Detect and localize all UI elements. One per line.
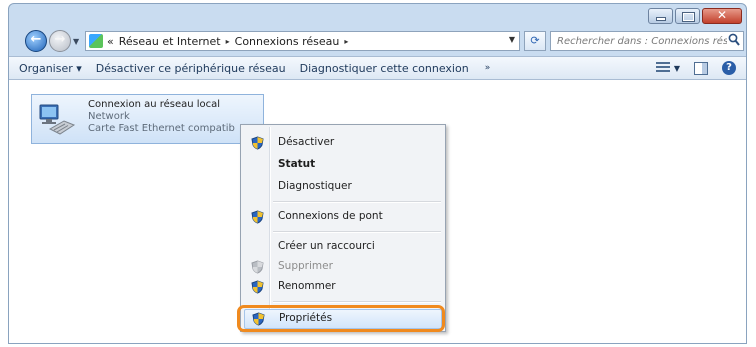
menu-item-statut[interactable]: Statut [243, 155, 443, 175]
close-button[interactable]: ✕ [702, 8, 742, 24]
back-arrow-icon: ← [30, 32, 42, 47]
view-dropdown-icon[interactable]: ▼ [674, 64, 680, 73]
breadcrumb-separator-icon[interactable]: ▸ [344, 37, 348, 46]
adapter-name: Carte Fast Ethernet compatib [88, 123, 235, 134]
menu-item-diagnostiquer[interactable]: Diagnostiquer [243, 177, 443, 197]
menu-separator [273, 231, 441, 233]
refresh-button[interactable]: ⟳ [524, 31, 546, 51]
uac-shield-icon [251, 210, 264, 224]
menu-separator [273, 301, 441, 303]
menu-item-label: Connexions de pont [278, 210, 383, 222]
menu-item-proprietes[interactable]: Propriétés [244, 309, 442, 329]
address-bar[interactable]: « Réseau et Internet ▸ Connexions réseau… [85, 31, 520, 51]
more-commands-icon[interactable]: » [485, 63, 491, 73]
menu-item-label: Statut [278, 158, 316, 170]
preview-pane-icon[interactable] [694, 61, 708, 75]
menu-separator [273, 201, 441, 203]
breadcrumb-item-reseau-internet[interactable]: Réseau et Internet [119, 35, 221, 48]
forward-arrow-icon: → [54, 32, 66, 47]
breadcrumb: « Réseau et Internet ▸ Connexions réseau… [107, 35, 353, 48]
uac-shield-icon [251, 280, 264, 294]
network-adapter-icon [39, 104, 76, 135]
connection-status: Network [88, 111, 130, 122]
breadcrumb-item-connexions-reseau[interactable]: Connexions réseau [235, 35, 340, 48]
menu-item-label: Propriétés [279, 312, 333, 324]
navigation-bar: ← → ▼ « Réseau et Internet ▸ Connexions … [9, 26, 746, 56]
command-bar: Organiser ▾ Désactiver ce périphérique r… [9, 56, 746, 80]
context-menu: Désactiver Statut Diagnostiquer Connexio… [240, 124, 446, 332]
breadcrumb-separator-icon[interactable]: ▸ [226, 37, 230, 46]
back-button[interactable]: ← [25, 30, 47, 52]
diagnose-connection-command[interactable]: Diagnostiquer cette connexion [300, 62, 469, 75]
network-folder-icon [89, 34, 103, 48]
search-input[interactable] [555, 34, 729, 48]
menu-item-label: Désactiver [278, 136, 335, 148]
forward-button[interactable]: → [49, 30, 71, 52]
refresh-icon: ⟳ [530, 34, 540, 47]
view-controls: ▼ ? [655, 61, 736, 75]
network-connection-text: Connexion au réseau local Network Carte … [88, 99, 235, 135]
menu-item-supprimer: Supprimer [243, 257, 443, 277]
menu-item-desactiver[interactable]: Désactiver [243, 133, 443, 153]
help-icon[interactable]: ? [722, 61, 736, 75]
menu-item-label: Renommer [278, 280, 336, 292]
menu-item-connexions-de-pont[interactable]: Connexions de pont [243, 207, 443, 227]
caption-buttons: ✕ [646, 8, 742, 24]
recent-pages-dropdown-icon[interactable]: ▼ [73, 37, 79, 46]
uac-shield-disabled-icon [251, 260, 264, 274]
search-icon[interactable] [728, 33, 740, 47]
disable-device-command[interactable]: Désactiver ce périphérique réseau [96, 62, 286, 75]
minimize-button[interactable] [648, 8, 673, 24]
breadcrumb-overflow[interactable]: « [107, 35, 114, 48]
menu-item-label: Supprimer [278, 260, 333, 272]
organize-menu[interactable]: Organiser ▾ [19, 62, 82, 75]
menu-item-label: Créer un raccourci [278, 240, 375, 252]
search-box[interactable] [550, 31, 744, 51]
close-icon: ✕ [716, 8, 728, 22]
change-view-icon[interactable] [655, 62, 670, 74]
network-connection-item[interactable]: Connexion au réseau local Network Carte … [31, 94, 264, 144]
address-dropdown-icon[interactable]: ▼ [509, 35, 515, 44]
menu-item-creer-raccourci[interactable]: Créer un raccourci [243, 237, 443, 257]
connection-name: Connexion au réseau local [88, 99, 221, 110]
menu-item-label: Diagnostiquer [278, 180, 352, 192]
uac-shield-icon [252, 312, 265, 326]
menu-item-renommer[interactable]: Renommer [243, 277, 443, 297]
maximize-button[interactable] [675, 8, 700, 24]
uac-shield-icon [251, 136, 264, 150]
